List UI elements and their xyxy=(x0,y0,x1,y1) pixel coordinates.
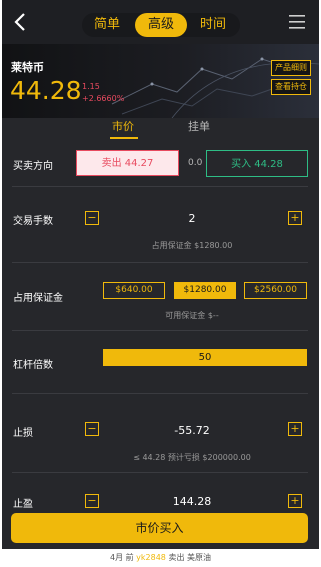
back-arrow-icon[interactable] xyxy=(10,11,32,33)
margin-label: 占用保证金 xyxy=(13,293,63,304)
mode-time-tab[interactable]: 时间 xyxy=(188,13,238,37)
lots-label: 交易手数 xyxy=(13,216,53,227)
tab-pending[interactable]: 挂单 xyxy=(188,118,210,134)
product-rules-link[interactable]: 产品细则 xyxy=(271,60,311,76)
divider xyxy=(12,472,308,473)
price-change-percent: +2.6660% xyxy=(82,94,125,103)
product-banner: 莱特币 44.28 1.15 +2.6660% 产品细则 查看持仓 xyxy=(2,44,319,118)
ticker-prefix: 4月 前 xyxy=(109,553,134,562)
menu-icon[interactable] xyxy=(288,13,306,31)
divider xyxy=(12,330,308,331)
take-profit-minus-button[interactable]: − xyxy=(85,494,99,508)
mode-advanced-tab[interactable]: 高级 xyxy=(135,13,187,37)
leverage-selector[interactable]: 50 xyxy=(103,349,307,366)
stop-loss-plus-button[interactable]: + xyxy=(288,422,302,436)
direction-label: 买卖方向 xyxy=(13,161,53,172)
price-change: 1.15 xyxy=(82,82,100,91)
active-tab-underline xyxy=(110,137,138,139)
stop-loss-note: ≤ 44.28 预计亏损 $200000.00 xyxy=(133,453,251,462)
app-screen: 简单 高级 时间 莱特币 44.28 1.15 +2.6660% 产品细则 查看… xyxy=(2,0,319,549)
buy-button[interactable]: 买入 44.28 xyxy=(206,150,308,177)
market-buy-button[interactable]: 市价买入 xyxy=(11,513,308,543)
lots-minus-button[interactable]: − xyxy=(85,211,99,225)
sell-button[interactable]: 卖出 44.27 xyxy=(76,150,179,176)
margin-option-640[interactable]: $640.00 xyxy=(103,282,165,299)
mode-simple-tab[interactable]: 简单 xyxy=(82,13,132,37)
divider xyxy=(12,262,308,263)
ticker-suffix: 卖出 美原油 xyxy=(168,553,211,562)
top-bar: 简单 高级 时间 xyxy=(2,0,319,44)
margin-option-2560[interactable]: $2560.00 xyxy=(244,282,307,299)
ticker-user: yk2848 xyxy=(136,553,166,562)
stop-loss-label: 止损 xyxy=(13,428,33,439)
divider xyxy=(12,186,308,187)
trade-ticker: 4月 前 yk2848 卖出 美原油 xyxy=(2,549,319,567)
stop-loss-minus-button[interactable]: − xyxy=(85,422,99,436)
take-profit-value[interactable]: 144.28 xyxy=(152,495,232,508)
leverage-label: 杠杆倍数 xyxy=(13,360,53,371)
order-type-tabs: 市价 挂单 xyxy=(2,118,319,142)
lots-margin-note: 占用保证金 $1280.00 xyxy=(151,241,233,250)
take-profit-label: 止盈 xyxy=(13,499,33,510)
margin-option-1280[interactable]: $1280.00 xyxy=(174,282,236,299)
spread-value: 0.0 xyxy=(188,158,203,168)
tab-market[interactable]: 市价 xyxy=(112,118,134,134)
view-positions-link[interactable]: 查看持仓 xyxy=(271,79,311,95)
mode-switch: 简单 高级 时间 xyxy=(82,13,240,37)
take-profit-plus-button[interactable]: + xyxy=(288,494,302,508)
divider xyxy=(12,393,308,394)
product-name: 莱特币 xyxy=(11,61,44,74)
stop-loss-value[interactable]: -55.72 xyxy=(152,424,232,437)
lots-value[interactable]: 2 xyxy=(152,212,232,225)
current-price: 44.28 xyxy=(10,76,82,105)
lots-plus-button[interactable]: + xyxy=(288,211,302,225)
available-margin-note: 可用保证金 $-- xyxy=(165,311,219,320)
